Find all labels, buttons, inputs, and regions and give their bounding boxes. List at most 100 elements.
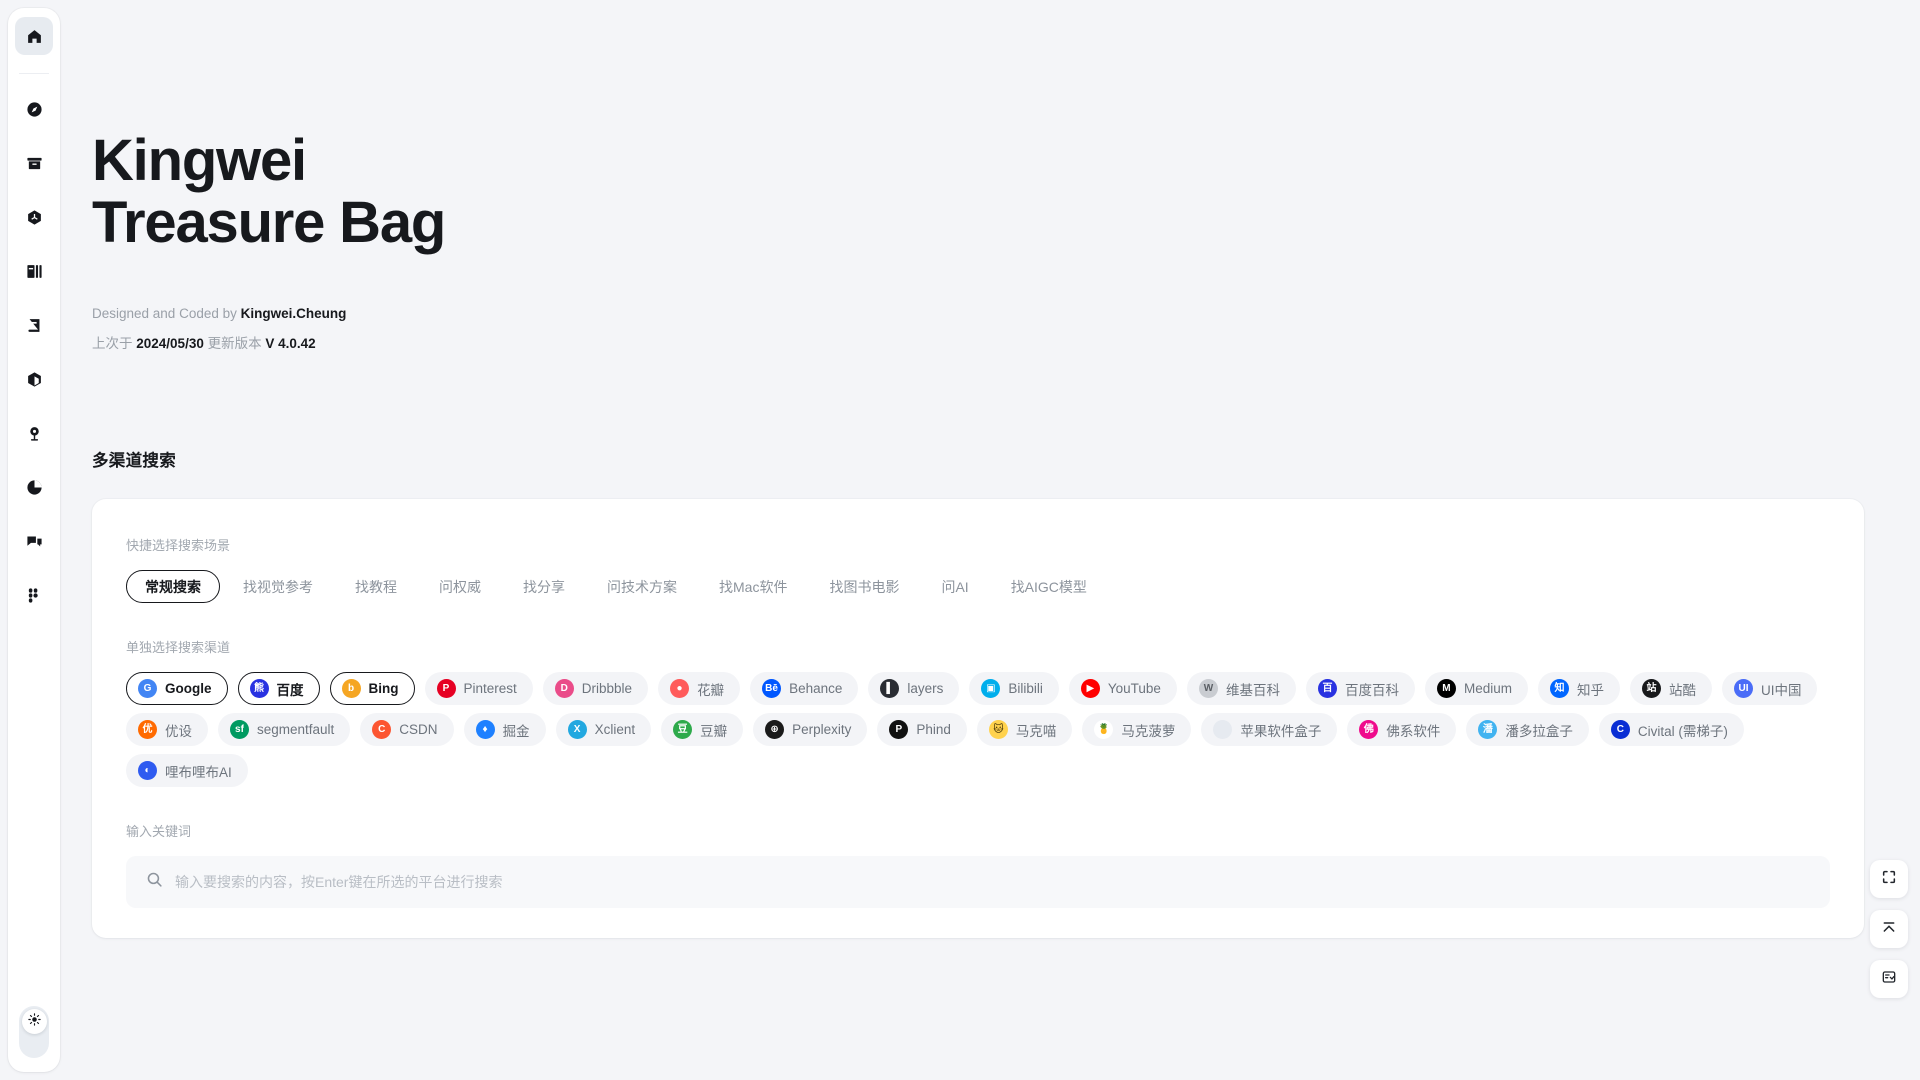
- channel-logo-icon: 站: [1641, 679, 1661, 698]
- channel-chip-label: 站酷: [1668, 682, 1696, 698]
- archive-icon: [26, 155, 43, 172]
- scenario-tab[interactable]: 问技术方案: [588, 570, 696, 603]
- sidebar-item-notebook[interactable]: [15, 306, 53, 344]
- channel-chip[interactable]: W 维基百科: [1186, 672, 1296, 705]
- sidebar-item-pin[interactable]: [15, 414, 53, 452]
- channel-label: 单独选择搜索渠道: [126, 640, 231, 655]
- channel-logo-icon: ▶: [1080, 679, 1100, 698]
- theme-toggle-knob[interactable]: [21, 1009, 47, 1034]
- channel-chip[interactable]: 知知乎: [1537, 672, 1620, 705]
- channel-chip[interactable]: 🐱 马克喵: [976, 713, 1073, 746]
- channel-logo-icon: sf: [230, 720, 249, 739]
- channel-chip[interactable]: UI UI中国: [1721, 672, 1818, 705]
- channel-chip[interactable]: C CSDN: [360, 713, 454, 746]
- channel-logo-icon: D: [554, 679, 574, 698]
- channel-chip[interactable]: ⊕ Perplexity: [753, 713, 868, 746]
- channel-chip[interactable]: sf segmentfault: [218, 713, 351, 746]
- sidebar-item-messages[interactable]: [15, 522, 53, 560]
- hero-section: Kingwei Treasure Bag Designed and Coded …: [68, 0, 1920, 352]
- chevron-up-line-icon: [1881, 919, 1897, 940]
- feedback-button[interactable]: [1870, 960, 1908, 998]
- keyword-label: 输入关键词: [126, 824, 192, 839]
- sun-icon: [27, 1012, 41, 1031]
- scenario-tab[interactable]: 找Mac软件: [700, 570, 806, 603]
- sidebar-item-archive[interactable]: [15, 144, 53, 182]
- channel-chip-label: 维基百科: [1225, 682, 1280, 698]
- channel-chip[interactable]: b Bing: [329, 672, 415, 705]
- channel-logo-icon: 佛: [1359, 720, 1379, 739]
- channel-chip[interactable]: ● 花瓣: [658, 672, 741, 705]
- channel-logo-icon: G: [138, 679, 157, 698]
- channel-chip[interactable]: 苹果软件盒子: [1201, 713, 1338, 746]
- sidebar-item-discover[interactable]: [15, 90, 53, 128]
- channel-logo-icon: 百: [1317, 679, 1337, 698]
- channel-chip[interactable]: 站站酷: [1629, 672, 1712, 705]
- search-box[interactable]: [126, 856, 1830, 908]
- channel-logo-icon: ●: [670, 679, 690, 698]
- channel-chip-label: UI中国: [1760, 682, 1802, 698]
- channel-chip[interactable]: 熊百度: [237, 672, 320, 705]
- scenario-group: 快捷选择搜索场景 常规搜索 找视觉参考 找教程 问权威 找分享 问技术方案 找Mac软件 找图…: [126, 535, 1830, 603]
- channel-chip[interactable]: X Xclient: [555, 713, 652, 746]
- channel-chip[interactable]: P Phind: [877, 713, 967, 746]
- channel-chip[interactable]: ▣ Bilibili: [969, 672, 1059, 705]
- credit-prefix: Designed and Coded by: [92, 306, 241, 321]
- sidebar-item-package[interactable]: [15, 360, 53, 398]
- channel-chip[interactable]: 优优设: [126, 713, 208, 746]
- fullscreen-button[interactable]: [1870, 860, 1908, 898]
- scroll-top-button[interactable]: [1870, 910, 1908, 948]
- search-input[interactable]: [175, 874, 1810, 890]
- theme-toggle[interactable]: [19, 1006, 49, 1058]
- channel-chip-label: 佛系软件: [1386, 723, 1441, 739]
- channel-logo-icon: X: [567, 720, 587, 739]
- channel-chip[interactable]: 潘潘多拉盒子: [1466, 713, 1589, 746]
- channel-chip[interactable]: ♦ 掘金: [463, 713, 546, 746]
- sidebar-item-unity[interactable]: [15, 198, 53, 236]
- channel-chip[interactable]: Bē Behance: [750, 672, 859, 705]
- channel-chip[interactable]: 百百度百科: [1305, 672, 1415, 705]
- scenario-tab[interactable]: 找图书电影: [810, 570, 918, 603]
- channel-chip[interactable]: 🍍 马克菠萝: [1082, 713, 1192, 746]
- scenario-tab[interactable]: 找教程: [336, 570, 416, 603]
- channel-chip[interactable]: D Dribbble: [542, 672, 649, 705]
- channel-chip-label: 掘金: [502, 723, 530, 739]
- sidebar-item-analytics[interactable]: [15, 468, 53, 506]
- channel-chip-label: Phind: [916, 722, 951, 737]
- compass-icon: [26, 101, 43, 118]
- channel-logo-icon: 🍍: [1094, 720, 1114, 739]
- channel-chip[interactable]: P Pinterest: [424, 672, 533, 705]
- page-title-line1: Kingwei: [92, 128, 307, 193]
- channel-logo-icon: 知: [1549, 679, 1569, 698]
- scenario-tab[interactable]: 找AIGC模型: [992, 570, 1106, 603]
- channel-chip[interactable]: 豆豆瓣: [661, 713, 744, 746]
- channel-logo-icon: M: [1436, 679, 1456, 698]
- channel-logo-icon: 熊: [249, 679, 269, 698]
- credit-line: Designed and Coded by Kingwei.Cheung: [92, 306, 1920, 321]
- sidebar-item-library[interactable]: [15, 252, 53, 290]
- channel-chip[interactable]: C Civital (需梯子): [1598, 713, 1744, 746]
- scenario-tab[interactable]: 问AI: [922, 570, 987, 603]
- scenario-tab[interactable]: 找视觉参考: [224, 570, 332, 603]
- channel-chip-label: 潘多拉盒子: [1505, 723, 1573, 739]
- scenario-tab[interactable]: 常规搜索: [126, 570, 220, 603]
- channel-chip[interactable]: ◐ 哩布哩布AI: [126, 754, 248, 787]
- sidebar-item-home[interactable]: [15, 17, 53, 55]
- sidebar-item-figma[interactable]: [15, 576, 53, 614]
- notebook-icon: [26, 317, 43, 334]
- channel-chip-label: Xclient: [594, 722, 636, 737]
- scenario-tab[interactable]: 问权威: [420, 570, 500, 603]
- multi-channel-search-card: 快捷选择搜索场景 常规搜索 找视觉参考 找教程 问权威 找分享 问技术方案 找Mac软件 找图…: [92, 499, 1864, 938]
- channel-chip[interactable]: ▶ YouTube: [1068, 672, 1177, 705]
- channel-chip[interactable]: M Medium: [1424, 672, 1528, 705]
- main-content: Kingwei Treasure Bag Designed and Coded …: [68, 0, 1920, 1080]
- channel-chip[interactable]: ▌ layers: [868, 672, 960, 705]
- version-prefix: 上次于: [92, 336, 137, 351]
- channel-logo-icon: ▣: [981, 679, 1001, 698]
- channel-logo-icon: ▌: [880, 679, 900, 698]
- channel-logo-icon: Bē: [762, 679, 782, 698]
- credit-author: Kingwei.Cheung: [240, 306, 347, 321]
- scenario-tab[interactable]: 找分享: [504, 570, 584, 603]
- channel-chip[interactable]: G Google: [126, 672, 228, 705]
- channel-chip[interactable]: 佛佛系软件: [1347, 713, 1457, 746]
- channel-chip-label: 哩布哩布AI: [165, 764, 232, 780]
